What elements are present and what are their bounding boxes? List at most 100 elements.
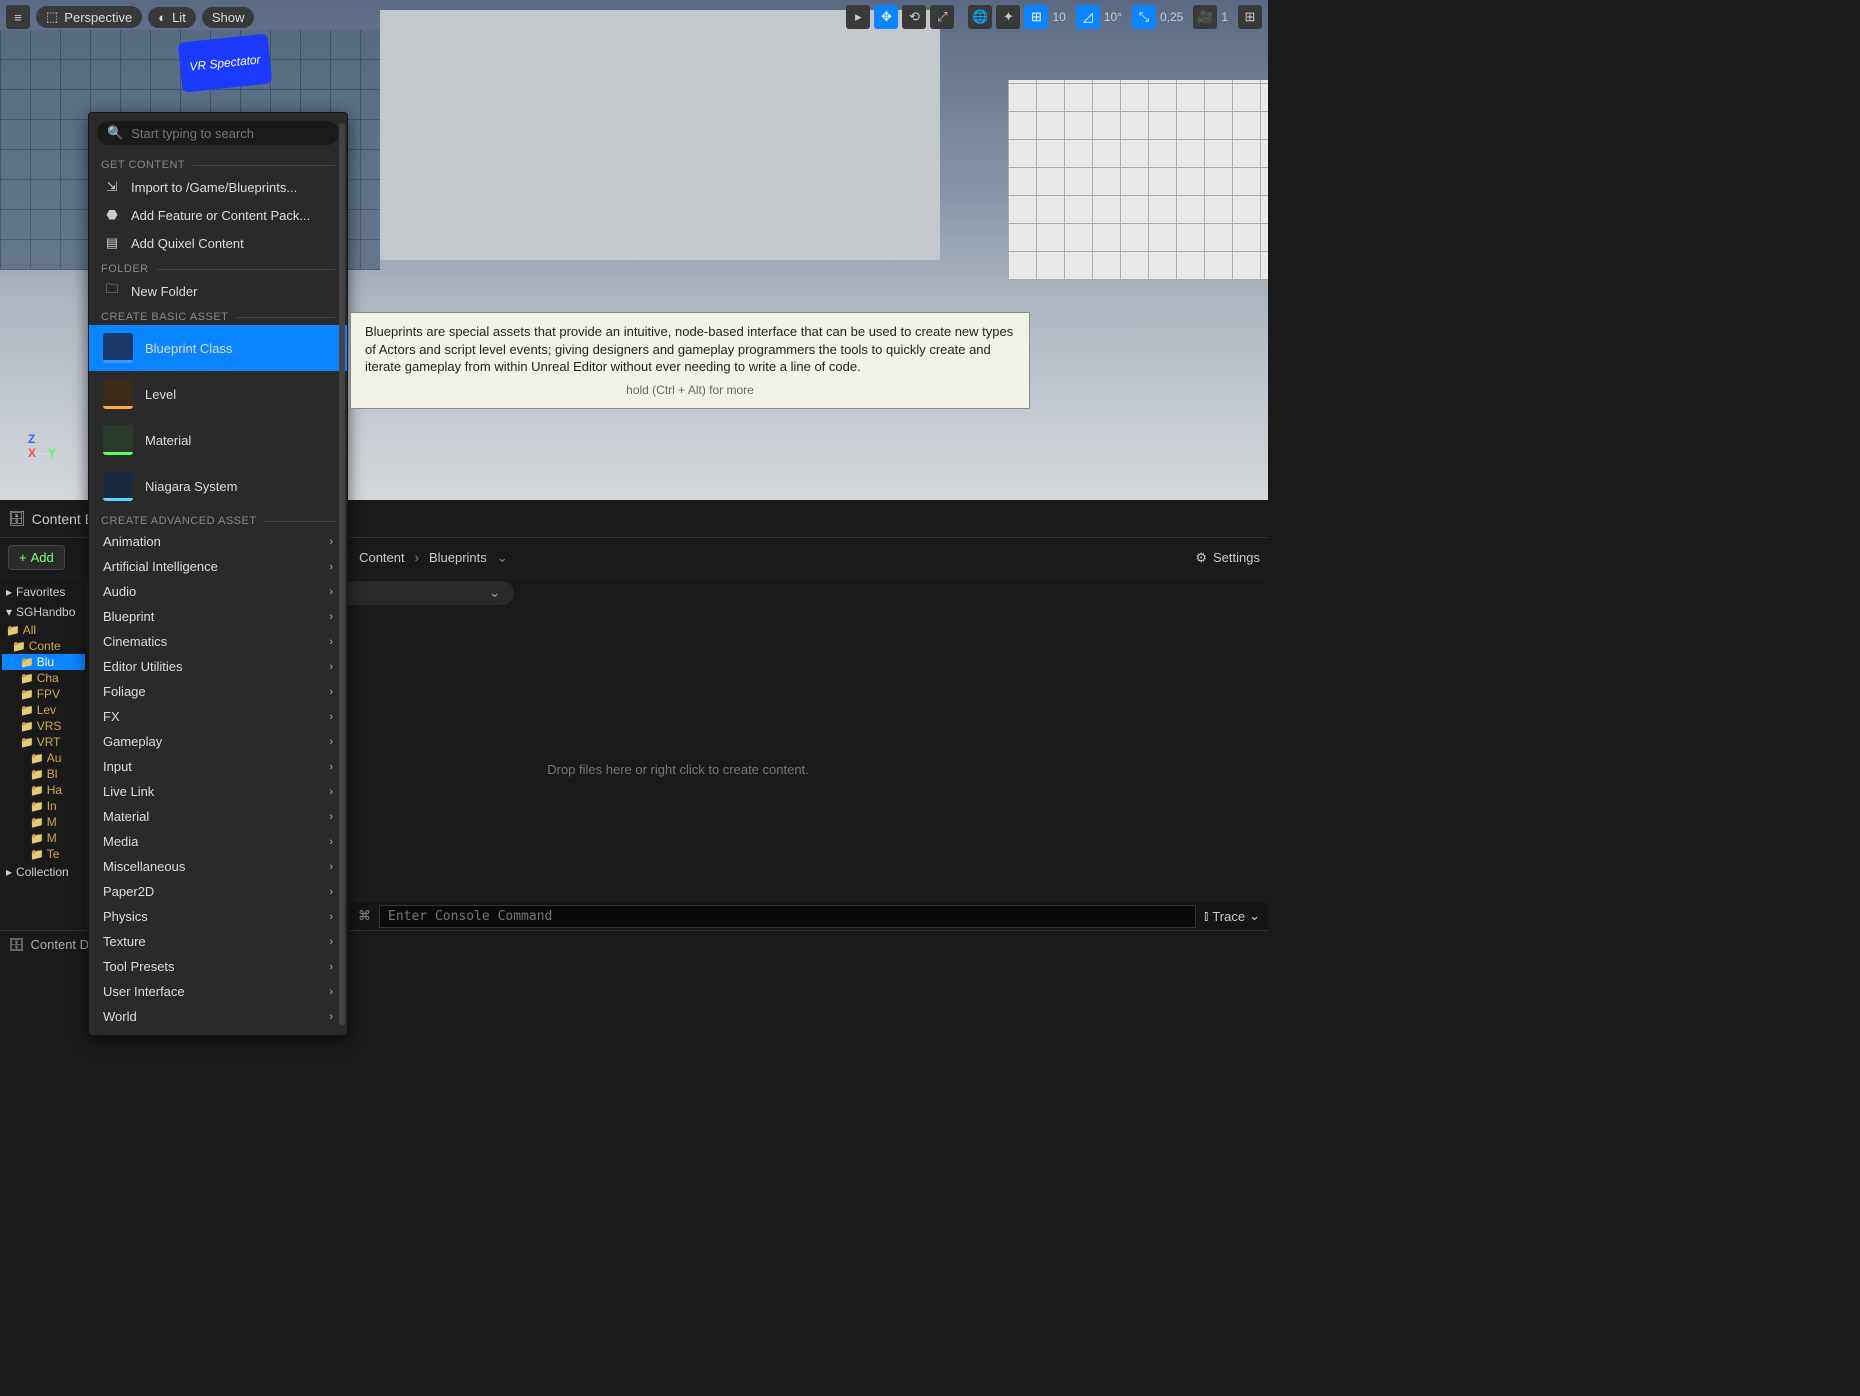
advanced-asset-texture[interactable]: Texture›: [89, 929, 347, 954]
globe-icon[interactable]: 🌐: [968, 5, 992, 29]
advanced-asset-editor-utilities[interactable]: Editor Utilities›: [89, 654, 347, 679]
chevron-right-icon: ›: [329, 911, 333, 923]
collections-section[interactable]: ▸ Collection: [2, 862, 85, 882]
chevron-right-icon: ›: [329, 686, 333, 698]
select-tool-icon[interactable]: ▸: [846, 5, 870, 29]
import-to-game[interactable]: ⇲Import to /Game/Blueprints...: [89, 173, 347, 201]
advanced-asset-tool-presets[interactable]: Tool Presets›: [89, 954, 347, 979]
advanced-asset-foliage[interactable]: Foliage›: [89, 679, 347, 704]
basic-asset-level[interactable]: Level: [89, 371, 347, 417]
menu-item-label: Animation: [103, 534, 161, 549]
camera-icon[interactable]: 🎥: [1193, 5, 1217, 29]
import-icon: ⇲: [103, 178, 121, 196]
advanced-asset-world[interactable]: World›: [89, 1004, 347, 1029]
tree-item-ha[interactable]: Ha: [2, 782, 85, 798]
perspective-label: Perspective: [64, 10, 132, 25]
rotate-tool-icon[interactable]: ⟲: [902, 5, 926, 29]
perspective-dropdown[interactable]: ⬚ Perspective: [36, 6, 142, 28]
add-button[interactable]: +Add: [8, 545, 65, 570]
breadcrumb-blueprints[interactable]: Blueprints: [429, 550, 487, 565]
move-tool-icon[interactable]: ✥: [874, 5, 898, 29]
advanced-asset-physics[interactable]: Physics›: [89, 904, 347, 929]
trace-button[interactable]: ⫾ Trace ⌄: [1204, 908, 1260, 924]
advanced-asset-fx[interactable]: FX›: [89, 704, 347, 729]
cmd-icon: ⌘: [358, 908, 371, 924]
add-quixel-content[interactable]: ▤Add Quixel Content: [89, 229, 347, 257]
tree-item-vrs[interactable]: VRS: [2, 718, 85, 734]
advanced-asset-blueprint[interactable]: Blueprint›: [89, 604, 347, 629]
new-folder[interactable]: 🗀New Folder: [89, 277, 347, 305]
show-dropdown[interactable]: Show: [202, 7, 255, 28]
scale-snap-value[interactable]: 0,25: [1160, 10, 1183, 24]
scale-snap-icon[interactable]: ⤡: [1132, 5, 1156, 29]
advanced-asset-cinematics[interactable]: Cinematics›: [89, 629, 347, 654]
tree-item-fpv[interactable]: FPV: [2, 686, 85, 702]
chevron-right-icon: ›: [329, 661, 333, 673]
tree-item-lev[interactable]: Lev: [2, 702, 85, 718]
tree-item-label: In: [47, 799, 57, 813]
tree-item-in[interactable]: In: [2, 798, 85, 814]
tree-item-label: Cha: [37, 671, 59, 685]
advanced-asset-input[interactable]: Input›: [89, 754, 347, 779]
breadcrumb-content[interactable]: Content: [359, 550, 405, 565]
tree-item-conte[interactable]: Conte: [2, 638, 85, 654]
advanced-asset-miscellaneous[interactable]: Miscellaneous›: [89, 854, 347, 879]
drawer-icon: 🗄: [8, 510, 26, 527]
advanced-asset-artificial-intelligence[interactable]: Artificial Intelligence›: [89, 554, 347, 579]
grid-snap-icon[interactable]: ⊞: [1024, 5, 1048, 29]
tree-item-m[interactable]: M: [2, 830, 85, 846]
advanced-asset-paper2d[interactable]: Paper2D›: [89, 879, 347, 904]
add-feature-pack[interactable]: ⬣Add Feature or Content Pack...: [89, 201, 347, 229]
surface-snap-icon[interactable]: ✦: [996, 5, 1020, 29]
collections-label: Collection: [16, 865, 69, 879]
advanced-asset-live-link[interactable]: Live Link›: [89, 779, 347, 804]
menu-item-label: Audio: [103, 584, 136, 599]
menu-item-label: Artificial Intelligence: [103, 559, 218, 574]
context-menu-search[interactable]: 🔍: [97, 121, 339, 145]
tree-item-au[interactable]: Au: [2, 750, 85, 766]
advanced-asset-media[interactable]: Media›: [89, 829, 347, 854]
advanced-asset-gameplay[interactable]: Gameplay›: [89, 729, 347, 754]
context-menu-search-input[interactable]: [131, 126, 329, 141]
basic-asset-blueprint-class[interactable]: Blueprint Class: [89, 325, 347, 371]
plus-icon: +: [19, 550, 27, 565]
camera-speed-value[interactable]: 1: [1221, 10, 1228, 24]
tree-item-label: Blu: [37, 655, 54, 669]
chevron-right-icon: ›: [329, 611, 333, 623]
tree-item-label: M: [47, 831, 57, 845]
tree-item-cha[interactable]: Cha: [2, 670, 85, 686]
hamburger-icon[interactable]: ≡: [6, 5, 30, 29]
folder-icon: [30, 815, 44, 829]
menu-item-label: New Folder: [131, 284, 197, 299]
show-label: Show: [212, 10, 245, 25]
tree-item-all[interactable]: All: [2, 622, 85, 638]
lit-dropdown[interactable]: ◐ Lit: [148, 7, 196, 28]
circle-icon: ◐: [158, 10, 166, 25]
chevron-down-icon[interactable]: ⌄: [497, 550, 508, 566]
basic-asset-niagara-system[interactable]: Niagara System: [89, 463, 347, 509]
basic-asset-material[interactable]: Material: [89, 417, 347, 463]
menu-item-label: Tool Presets: [103, 959, 175, 974]
advanced-asset-user-interface[interactable]: User Interface›: [89, 979, 347, 1004]
tree-item-bl[interactable]: Bl: [2, 766, 85, 782]
console-input[interactable]: [379, 905, 1196, 928]
tree-item-te[interactable]: Te: [2, 846, 85, 862]
tree-item-blu[interactable]: Blu: [2, 654, 85, 670]
project-section[interactable]: ▾ SGHandbo: [2, 602, 85, 622]
chevron-right-icon: ›: [329, 711, 333, 723]
favorites-section[interactable]: ▸ Favorites: [2, 582, 85, 602]
chevron-right-icon: ›: [329, 986, 333, 998]
advanced-asset-audio[interactable]: Audio›: [89, 579, 347, 604]
advanced-asset-animation[interactable]: Animation›: [89, 529, 347, 554]
grid-snap-value[interactable]: 10: [1052, 10, 1065, 24]
viewport-layout-icon[interactable]: ⊞: [1238, 5, 1262, 29]
settings-button[interactable]: ⚙ Settings: [1195, 550, 1260, 566]
angle-snap-value[interactable]: 10°: [1104, 10, 1122, 24]
menu-item-label: Add Feature or Content Pack...: [131, 208, 310, 223]
chevron-right-icon: ›: [329, 636, 333, 648]
tree-item-vrt[interactable]: VRT: [2, 734, 85, 750]
scale-tool-icon[interactable]: ⤢: [930, 5, 954, 29]
angle-snap-icon[interactable]: ◿: [1076, 5, 1100, 29]
tree-item-m[interactable]: M: [2, 814, 85, 830]
advanced-asset-material[interactable]: Material›: [89, 804, 347, 829]
